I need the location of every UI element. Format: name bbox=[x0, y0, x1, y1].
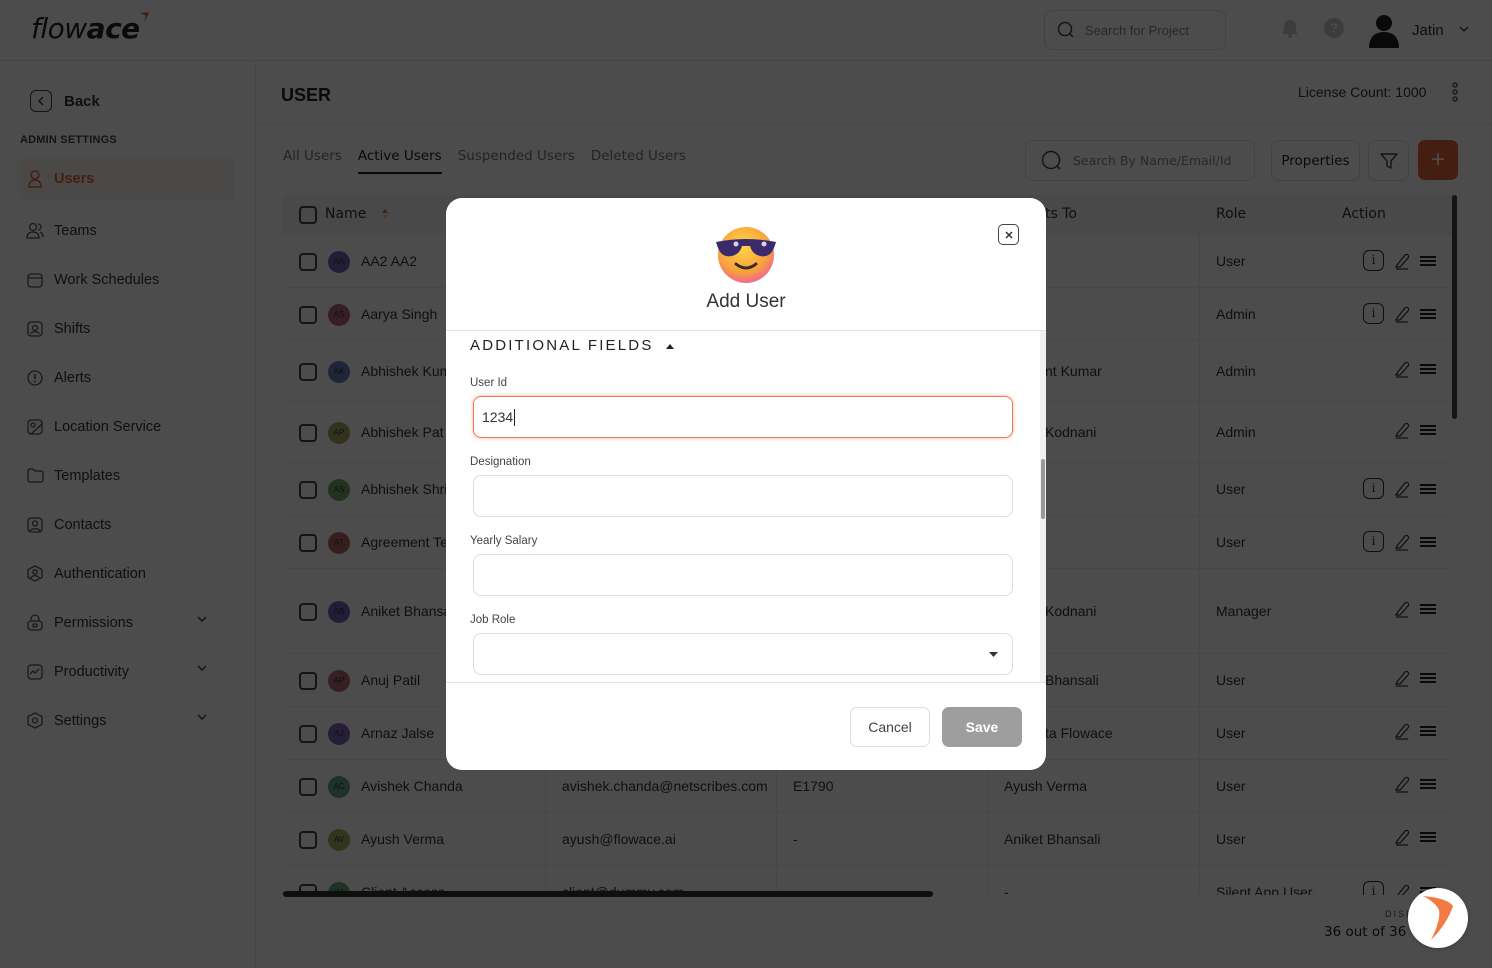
section-title: ADDITIONAL FIELDS bbox=[470, 337, 654, 354]
modal-title: Add User bbox=[706, 291, 786, 312]
cancel-button[interactable]: Cancel bbox=[850, 707, 930, 747]
job-role-select[interactable] bbox=[473, 633, 1013, 675]
modal-scrollbar[interactable] bbox=[1041, 459, 1045, 519]
yearly-salary-label: Yearly Salary bbox=[470, 535, 538, 547]
close-button[interactable] bbox=[998, 224, 1019, 245]
job-role-label: Job Role bbox=[470, 614, 516, 626]
user-id-value: 1234 bbox=[482, 409, 514, 425]
dropdown-arrow-icon bbox=[989, 652, 998, 657]
flowace-logo-icon bbox=[1423, 896, 1453, 940]
close-icon bbox=[1004, 230, 1013, 239]
flowace-chat-button[interactable] bbox=[1408, 888, 1468, 948]
add-user-modal: Add User ADDITIONAL FIELDS User Id 1234 … bbox=[446, 198, 1046, 770]
sunglasses-emoji-icon bbox=[716, 227, 776, 283]
modal-body: ADDITIONAL FIELDS User Id 1234 Designati… bbox=[446, 331, 1046, 682]
user-id-input[interactable]: 1234 bbox=[473, 396, 1013, 438]
text-cursor bbox=[514, 408, 516, 426]
designation-input[interactable] bbox=[473, 475, 1013, 517]
save-button[interactable]: Save bbox=[942, 707, 1022, 747]
user-id-label: User Id bbox=[470, 377, 508, 389]
divider bbox=[446, 682, 1046, 683]
yearly-salary-input[interactable] bbox=[473, 554, 1013, 596]
caret-up-icon bbox=[665, 343, 674, 349]
designation-label: Designation bbox=[470, 456, 531, 468]
additional-fields-toggle[interactable]: ADDITIONAL FIELDS bbox=[470, 337, 674, 354]
